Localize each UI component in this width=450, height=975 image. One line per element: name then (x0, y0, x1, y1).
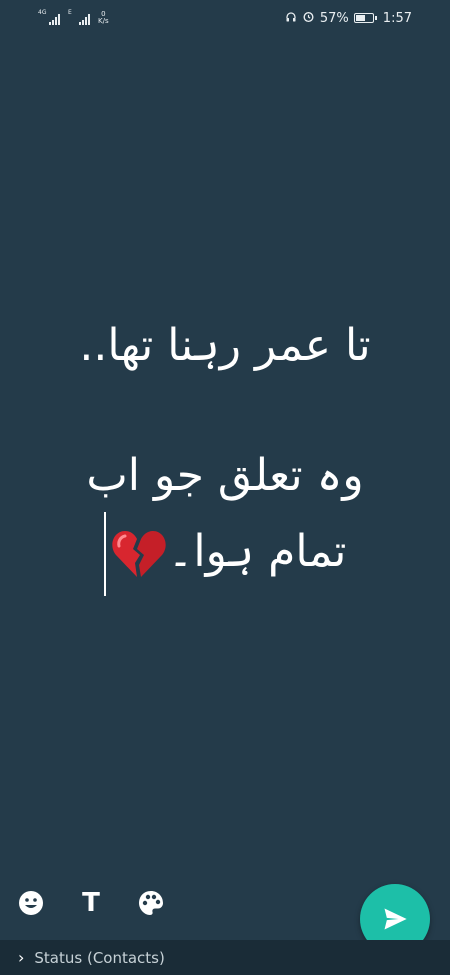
status-text-line-3: تمام ہوا۔ (167, 526, 347, 577)
palette-icon (139, 891, 163, 915)
broken-heart-emoji-icon (110, 527, 168, 581)
composer-tools: T (16, 888, 166, 918)
text-style-icon: T (82, 888, 100, 918)
status-text-composer[interactable]: تا عمر رہنا تھا.. وہ تعلق جو اب تمام ہوا… (40, 310, 410, 596)
network-type-label-2: E (68, 9, 72, 16)
battery-percent: 57% (319, 10, 349, 26)
status-bar: 4G E 0 K/s 57% 1:57 (0, 0, 450, 36)
send-icon (384, 908, 407, 930)
emoji-icon (19, 891, 43, 915)
status-text-line-1: تا عمر رہنا تھا.. (79, 320, 371, 371)
status-audience-bar[interactable]: › Status (Contacts) (0, 940, 450, 975)
network-speed-unit: K/s (98, 17, 109, 25)
battery-fill (355, 15, 365, 21)
status-left: 4G E 0 K/s (38, 9, 109, 25)
status-text-line-2: وہ تعلق جو اب (86, 450, 364, 501)
network-speed: 0 K/s (98, 11, 109, 25)
emoji-button[interactable] (16, 888, 46, 918)
battery-icon (353, 13, 377, 23)
clock: 1:57 (382, 10, 412, 26)
headphones-icon (285, 11, 297, 26)
color-palette-button[interactable] (136, 888, 166, 918)
font-button[interactable]: T (76, 888, 106, 918)
status-right: 57% 1:57 (285, 10, 412, 26)
status-audience-label: Status (Contacts) (34, 948, 165, 967)
chevron-right-icon: › (18, 948, 25, 967)
network-type-label: 4G (38, 9, 47, 16)
text-cursor (103, 512, 106, 596)
status-text-line-3-wrap: تمام ہوا۔ (40, 512, 410, 596)
signal-icon: 4G (38, 9, 60, 25)
alarm-icon (302, 10, 315, 26)
signal-icon-2: E (68, 9, 90, 25)
